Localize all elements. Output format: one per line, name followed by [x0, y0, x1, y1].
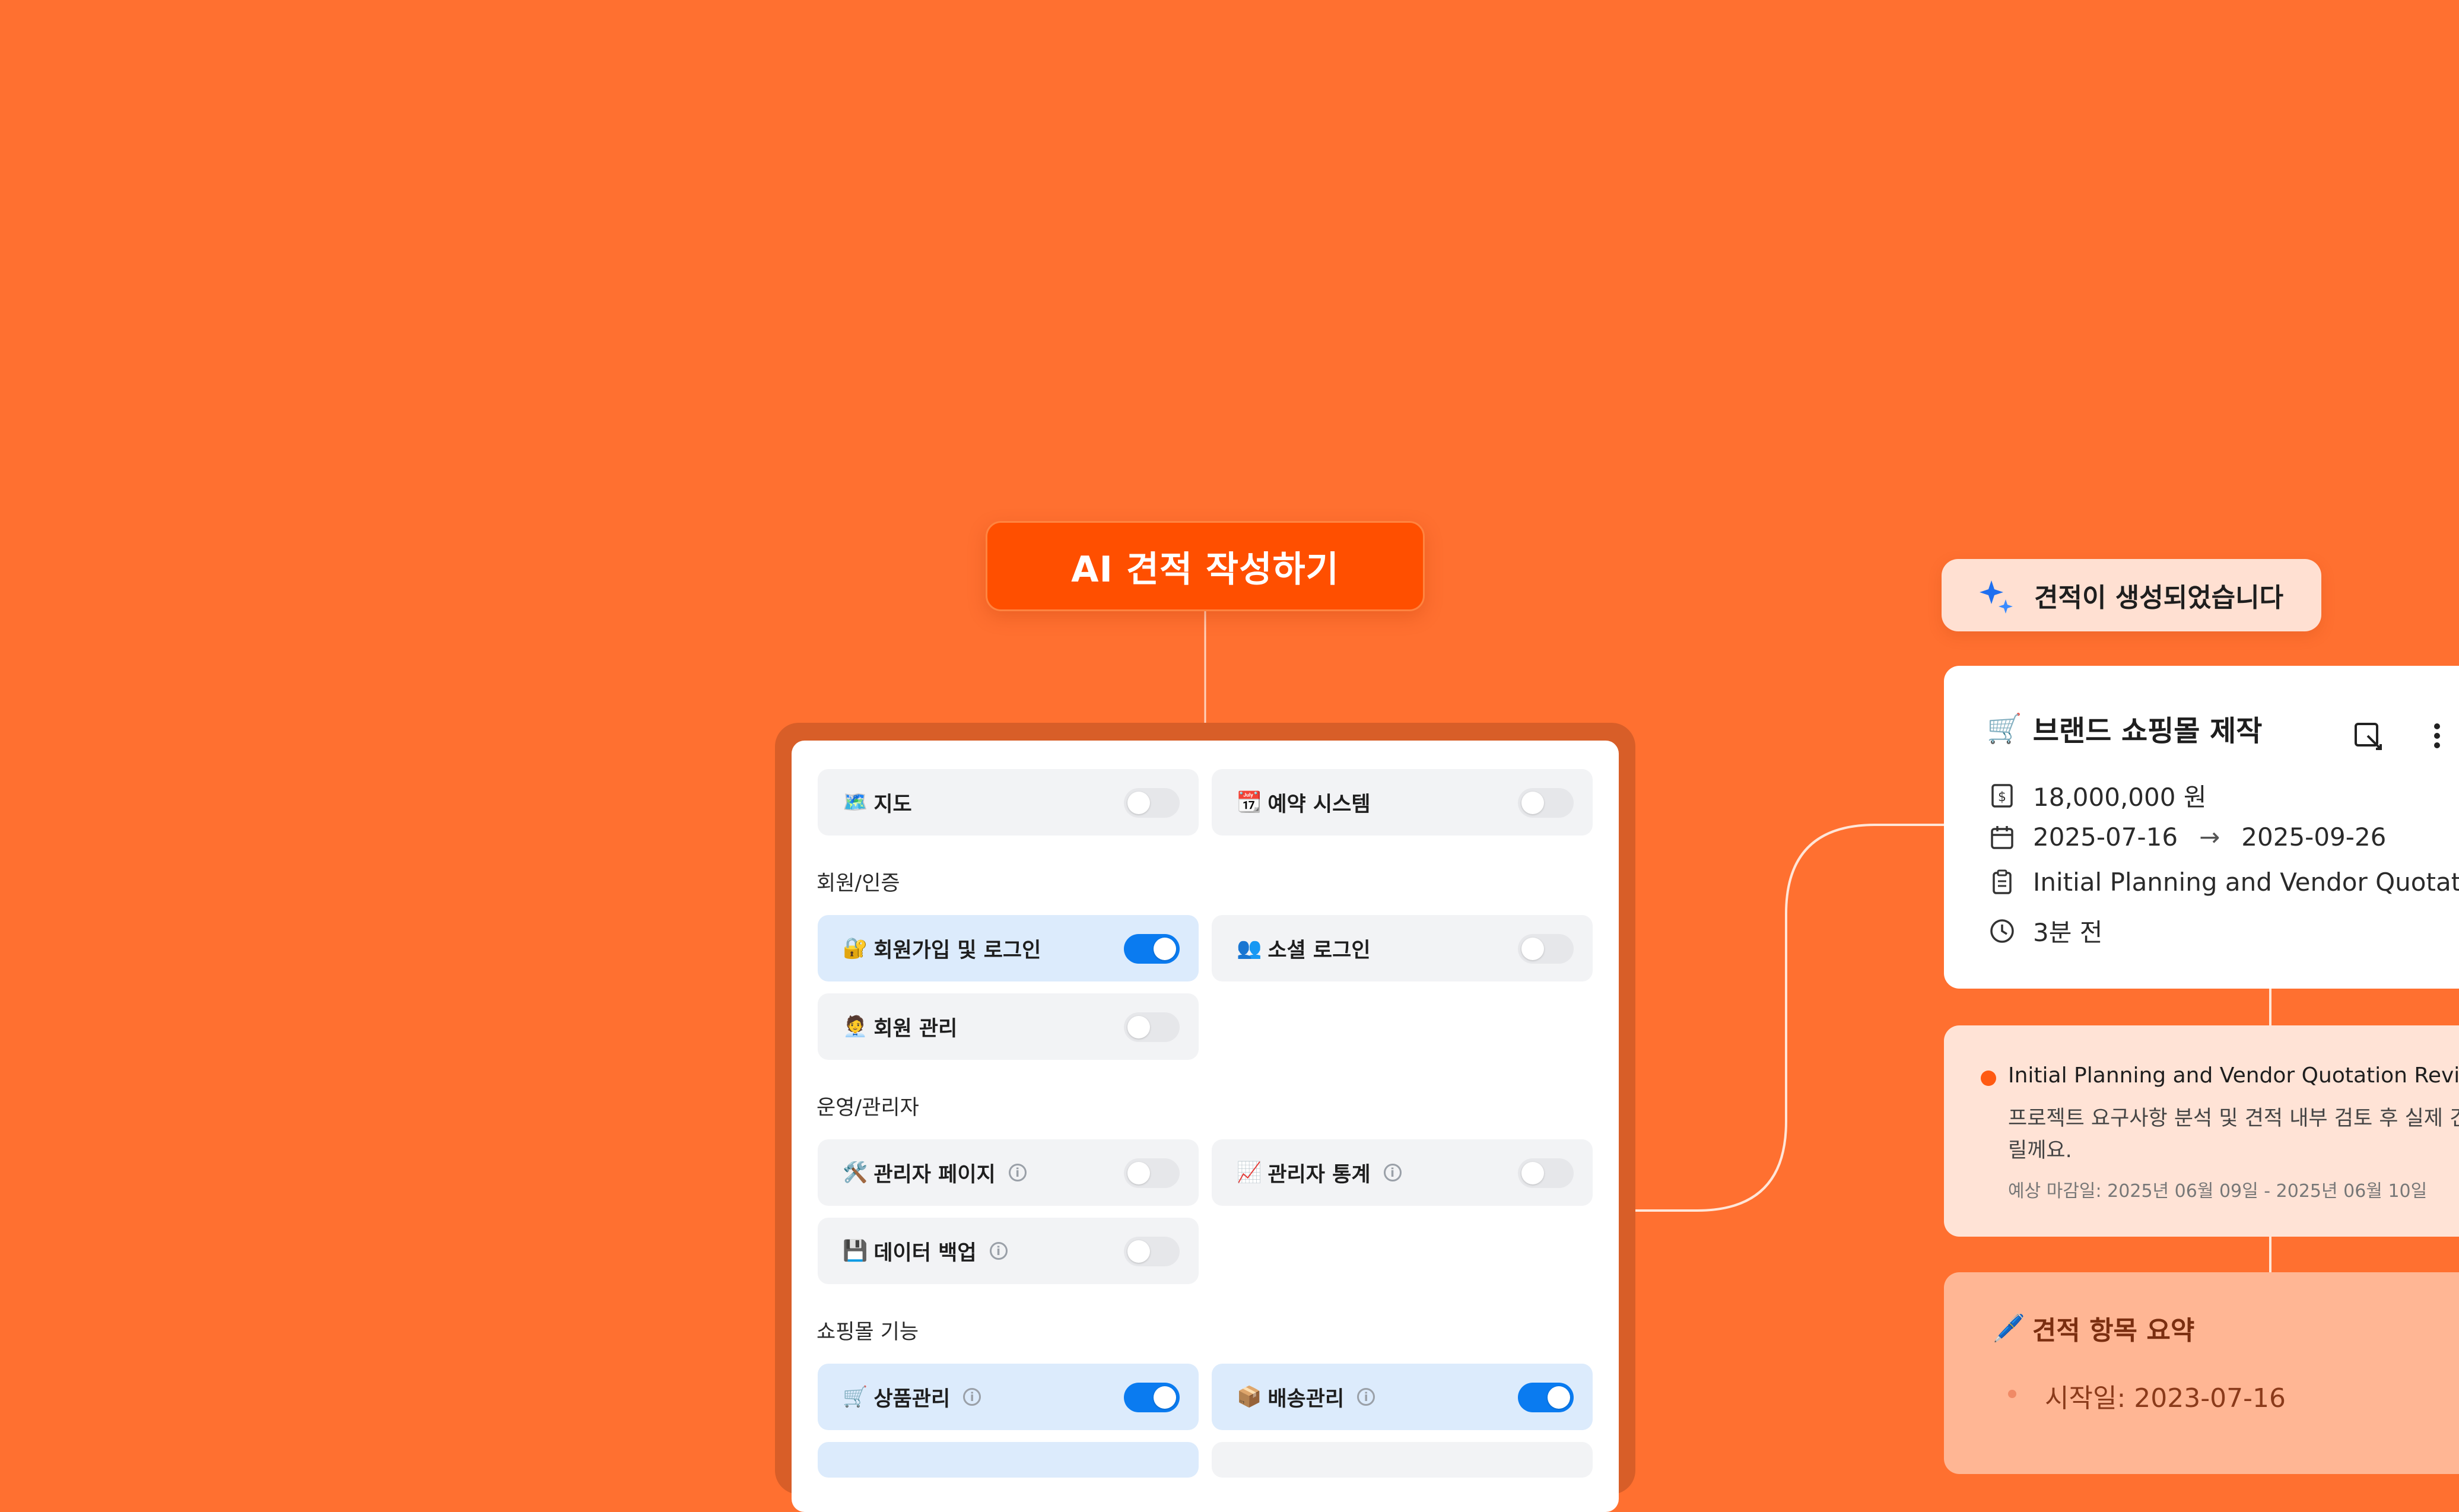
feature-tile-shipping-management[interactable]: 📦 배송관리 i — [1212, 1364, 1593, 1430]
toggle-knob — [1127, 1016, 1150, 1038]
feature-toggle[interactable] — [1518, 1383, 1574, 1412]
price-row: $ 18,000,000 원 — [1989, 777, 2206, 814]
clock-icon — [1990, 919, 2014, 943]
tools-icon: 🛠️ — [843, 1161, 868, 1184]
feature-tile-admin-page[interactable]: 🛠️ 관리자 페이지 i — [818, 1139, 1199, 1206]
section-title-shop: 쇼핑몰 기능 — [817, 1320, 919, 1344]
feature-toggle[interactable] — [1124, 788, 1180, 818]
stage-value: Initial Planning and Vendor Quotatio... — [2033, 868, 2459, 897]
feature-toggle[interactable] — [1124, 1237, 1180, 1266]
feature-toggle[interactable] — [1518, 788, 1574, 818]
toggle-knob — [1127, 1240, 1150, 1263]
feature-tile-reservation[interactable]: 📆 예약 시스템 — [1212, 769, 1593, 836]
feature-toggle[interactable] — [1518, 1158, 1574, 1188]
quote-summary-card[interactable]: 🖊️ 견적 항목 요약 시작일: 2023-07-16 — [1944, 1272, 2459, 1474]
ai-quote-button-label: AI 견적 작성하기 — [1071, 548, 1339, 590]
summary-title: 견적 항목 요약 — [2032, 1316, 2195, 1346]
feature-tile-product-management[interactable]: 🛒 상품관리 i — [818, 1364, 1199, 1430]
toggle-knob — [1127, 1162, 1150, 1184]
status-dot — [1981, 1071, 1996, 1086]
svg-text:$: $ — [1998, 790, 2006, 805]
floppy-disk-icon: 💾 — [843, 1239, 868, 1263]
updated-value: 3분 전 — [2033, 918, 2103, 947]
arrow-right-icon: → — [2199, 822, 2220, 852]
milestone-description: 프로젝트 요구사항 분석 및 견적 내부 검토 후 실제 견적 드릴께요. — [2008, 1107, 2459, 1162]
milestone-deadline: 예상 마감일: 2025년 06월 09일 - 2025년 06월 10일 — [2008, 1181, 2428, 1202]
toggle-knob — [1521, 938, 1544, 960]
feature-tile-social-login[interactable]: 👥 소셜 로그인 — [1212, 915, 1593, 981]
toggle-knob — [1154, 938, 1176, 960]
start-date: 2025-07-16 — [2033, 822, 2178, 852]
toggle-knob — [1548, 1386, 1570, 1409]
quote-card[interactable]: 🛒 브랜드 쇼핑몰 제작 $ 18,000,000 원 2025-07-16 →… — [1944, 666, 2459, 989]
calendar-icon: 📆 — [1237, 790, 1262, 814]
feature-label: 회원 관리 — [873, 1017, 958, 1041]
toast-text: 견적이 생성되었습니다 — [2034, 583, 2284, 613]
ai-quote-button[interactable]: AI 견적 작성하기 — [986, 521, 1425, 611]
feature-label: 상품관리 — [873, 1387, 951, 1411]
section-title-auth: 회원/인증 — [817, 872, 900, 895]
toggle-knob — [1154, 1386, 1176, 1409]
summary-item: 시작일: 2023-07-16 — [2045, 1383, 2286, 1413]
users-icon: 👥 — [1237, 936, 1262, 960]
milestone-card[interactable]: Initial Planning and Vendor Quotation Re… — [1944, 1025, 2459, 1237]
info-icon[interactable]: i — [989, 1242, 1008, 1260]
info-icon[interactable]: i — [963, 1388, 981, 1406]
feature-tile-member-management[interactable]: 🧑‍💼 회원 관리 — [818, 993, 1199, 1060]
package-icon: 📦 — [1237, 1385, 1262, 1409]
quote-created-toast: 견적이 생성되었습니다 — [1942, 559, 2321, 631]
summary-heading: 🖊️ 견적 항목 요약 — [1993, 1309, 2194, 1347]
feature-label: 예약 시스템 — [1267, 792, 1371, 817]
feature-tile-admin-stats[interactable]: 📈 관리자 통계 i — [1212, 1139, 1593, 1206]
feature-tile-partial[interactable] — [818, 1442, 1199, 1478]
date-row: 2025-07-16 → 2025-09-26 — [1989, 822, 2386, 852]
calendar-icon — [1991, 825, 2013, 849]
feature-toggle[interactable] — [1124, 1158, 1180, 1188]
toggle-knob — [1521, 792, 1544, 814]
feature-label: 관리자 통계 — [1267, 1162, 1371, 1187]
lock-icon: 🔐 — [843, 936, 868, 960]
map-icon: 🗺️ — [843, 790, 868, 814]
feature-tile-data-backup[interactable]: 💾 데이터 백업 i — [818, 1218, 1199, 1284]
updated-row: 3분 전 — [1989, 913, 2102, 949]
info-icon[interactable]: i — [1008, 1164, 1027, 1181]
feature-toggle[interactable] — [1518, 934, 1574, 964]
stage-row: Initial Planning and Vendor Quotatio... — [1989, 868, 2459, 897]
feature-label: 회원가입 및 로그인 — [873, 938, 1041, 963]
feature-toggle[interactable] — [1124, 934, 1180, 964]
feature-tile-signup-login[interactable]: 🔐 회원가입 및 로그인 — [818, 915, 1199, 981]
feature-label: 데이터 백업 — [873, 1241, 977, 1265]
feature-label: 소셜 로그인 — [1267, 938, 1371, 963]
sparkle-icon — [1980, 580, 2013, 614]
toggle-knob — [1521, 1162, 1544, 1184]
feature-tile-partial[interactable] — [1212, 1442, 1593, 1478]
more-vertical-icon[interactable] — [2428, 719, 2446, 752]
info-icon[interactable]: i — [1383, 1164, 1402, 1181]
feature-tile-map[interactable]: 🗺️ 지도 — [818, 769, 1199, 836]
dollar-icon: $ — [1991, 783, 2013, 808]
feature-toggle[interactable] — [1124, 1012, 1180, 1042]
end-date: 2025-09-26 — [2241, 822, 2387, 852]
edit-icon[interactable] — [2352, 719, 2385, 752]
pen-icon: 🖊️ — [1993, 1313, 2025, 1343]
price-value: 18,000,000 원 — [2033, 783, 2207, 812]
cart-icon: 🛒 — [1987, 711, 2022, 745]
chart-icon: 📈 — [1237, 1161, 1262, 1184]
section-title-admin: 운영/관리자 — [817, 1096, 919, 1120]
feature-toggle[interactable] — [1124, 1383, 1180, 1412]
milestone-title: Initial Planning and Vendor Quotation Re… — [2008, 1063, 2459, 1088]
toggle-knob — [1127, 792, 1150, 814]
feature-label: 배송관리 — [1267, 1387, 1345, 1411]
info-icon[interactable]: i — [1357, 1388, 1375, 1406]
cart-icon: 🛒 — [843, 1385, 868, 1409]
feature-label: 지도 — [873, 792, 912, 817]
quote-title: 브랜드 쇼핑몰 제작 — [2032, 714, 2263, 748]
clipboard-icon — [1993, 869, 2012, 894]
person-icon: 🧑‍💼 — [843, 1015, 868, 1038]
bullet-icon — [2008, 1390, 2016, 1398]
feature-label: 관리자 페이지 — [873, 1162, 996, 1187]
